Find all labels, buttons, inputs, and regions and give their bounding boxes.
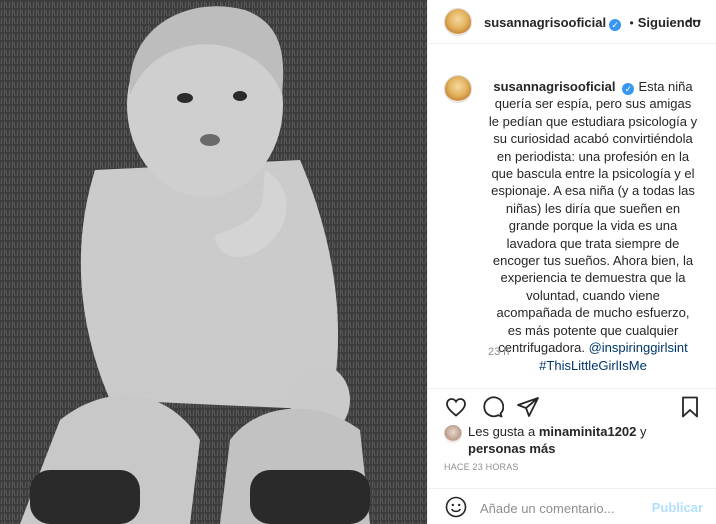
- caption-username[interactable]: susannagrisooficial: [493, 79, 615, 94]
- verified-badge-icon: ✓: [609, 19, 622, 31]
- caption-timestamp[interactable]: 23 h: [488, 346, 509, 358]
- hashtag-link[interactable]: #ThisLittleGirlIsMe: [539, 358, 647, 373]
- comment-icon[interactable]: [480, 395, 504, 419]
- post-photo[interactable]: [0, 0, 427, 524]
- heart-icon[interactable]: [444, 395, 468, 419]
- likes-summary: Les gusta a minaminita1202 y personas má…: [468, 423, 698, 457]
- post-timestamp[interactable]: HACE 23 HORAS: [444, 462, 519, 472]
- emoji-icon[interactable]: [444, 495, 468, 519]
- author-username[interactable]: susannagrisooficial: [484, 15, 606, 30]
- toddler-photo-illustration: [0, 0, 427, 524]
- action-bar: [428, 388, 716, 424]
- comment-input[interactable]: [478, 497, 662, 519]
- mention-link[interactable]: @inspiringgirlsint: [589, 340, 688, 355]
- header-author-line: susannagrisooficial ✓ • Siguiendo: [484, 14, 701, 32]
- comment-box: Publicar: [428, 488, 716, 524]
- likes-joiner: y: [640, 424, 647, 439]
- more-options-icon[interactable]: ⋯: [686, 14, 703, 30]
- publish-button[interactable]: Publicar: [652, 500, 703, 515]
- share-icon[interactable]: [516, 395, 540, 419]
- caption-author-avatar[interactable]: [444, 75, 472, 103]
- author-avatar[interactable]: [444, 8, 472, 36]
- header-separator: •: [629, 16, 634, 30]
- post-caption: susannagrisooficial ✓ Esta niña quería ser…: [488, 78, 698, 374]
- liker-avatar[interactable]: [444, 425, 462, 443]
- caption-text: Esta niña quería ser espía, pero sus ami…: [488, 79, 698, 356]
- post-side-panel: susannagrisooficial ✓ • Siguiendo ⋯ susann…: [427, 0, 716, 524]
- verified-badge-icon: ✓: [622, 83, 635, 95]
- likes-prefix: Les gusta a: [468, 424, 536, 439]
- post-header: susannagrisooficial ✓ • Siguiendo ⋯: [428, 0, 716, 44]
- likes-others-link[interactable]: personas más: [468, 441, 555, 456]
- liker-username[interactable]: minaminita1202: [539, 424, 637, 439]
- save-icon[interactable]: [678, 395, 702, 419]
